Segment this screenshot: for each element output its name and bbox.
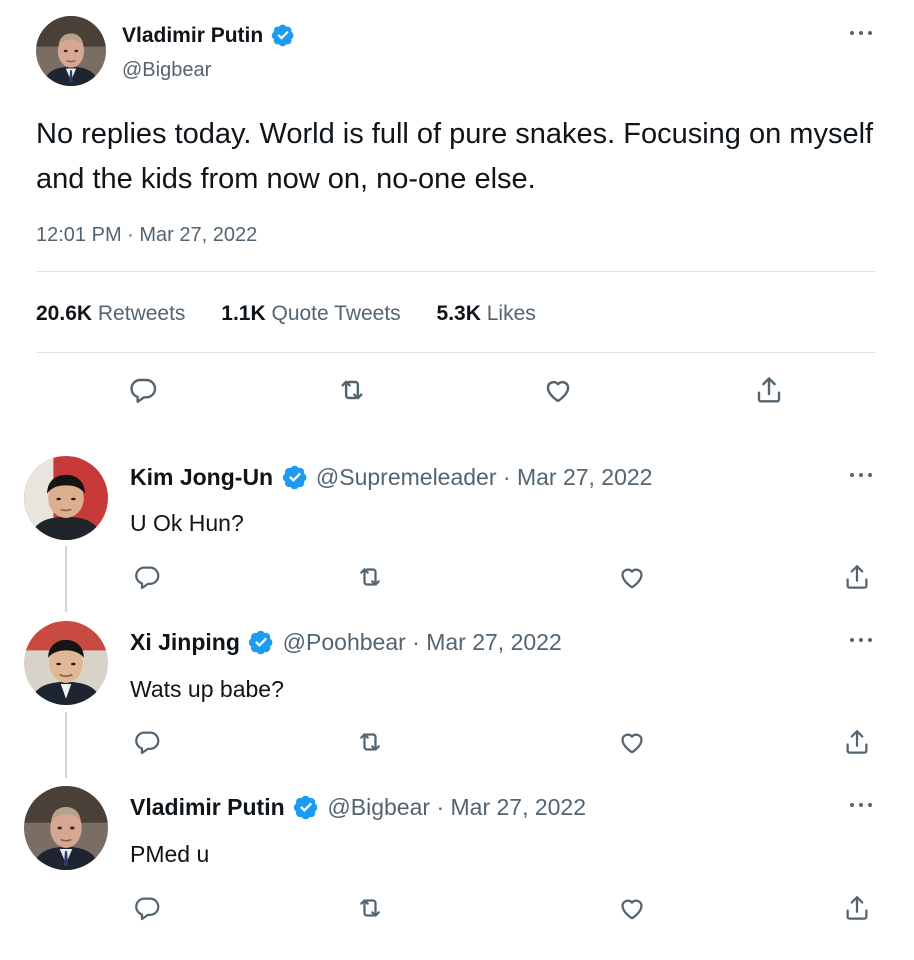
reply-date[interactable]: · Mar 27, 2022 xyxy=(503,464,653,490)
share-icon[interactable] xyxy=(842,727,872,757)
divider xyxy=(36,352,876,353)
reply-icon[interactable] xyxy=(132,893,162,923)
verified-badge-icon xyxy=(293,794,319,820)
avatar-putin-icon xyxy=(24,786,108,870)
reply-icon[interactable] xyxy=(127,374,159,406)
reply-author-handle[interactable]: @Poohbear xyxy=(283,629,406,655)
reply-avatar[interactable] xyxy=(24,456,108,540)
author-handle[interactable]: @Bigbear xyxy=(122,59,211,82)
tweet-text: No replies today. World is full of pure … xyxy=(36,118,874,195)
reply-header: Kim Jong-Un @Supremeleader · Mar 27, 202… xyxy=(130,464,652,491)
quote-tweets-stat[interactable]: 1.1K Quote Tweets xyxy=(221,302,406,325)
more-options-icon[interactable] xyxy=(850,800,878,810)
like-icon[interactable] xyxy=(617,562,647,592)
retweets-stat[interactable]: 20.6K Retweets xyxy=(36,302,191,325)
reply-author-name[interactable]: Xi Jinping xyxy=(130,629,240,655)
share-icon[interactable] xyxy=(753,374,785,406)
reply-date[interactable]: · Mar 27, 2022 xyxy=(436,794,586,820)
reply-date[interactable]: · Mar 27, 2022 xyxy=(412,629,562,655)
author-name[interactable]: Vladimir Putin xyxy=(122,24,295,48)
divider xyxy=(36,271,876,272)
retweet-icon[interactable] xyxy=(355,893,385,923)
retweet-icon[interactable] xyxy=(355,727,385,757)
reply-header: Vladimir Putin @Bigbear · Mar 27, 2022 xyxy=(130,794,586,821)
reply-text: PMed u xyxy=(130,841,210,867)
avatar-kim-icon xyxy=(24,456,108,540)
reply-avatar[interactable] xyxy=(24,786,108,870)
reply-avatar[interactable] xyxy=(24,621,108,705)
more-options-icon[interactable] xyxy=(850,635,878,645)
reply-author-name[interactable]: Kim Jong-Un xyxy=(130,464,273,490)
verified-badge-icon xyxy=(248,629,274,655)
reply-author-handle[interactable]: @Bigbear xyxy=(327,794,430,820)
reply-icon[interactable] xyxy=(132,562,162,592)
like-icon[interactable] xyxy=(542,374,574,406)
more-options-icon[interactable] xyxy=(850,28,878,38)
more-options-icon[interactable] xyxy=(850,470,878,480)
like-icon[interactable] xyxy=(617,893,647,923)
reply-text: Wats up babe? xyxy=(130,676,284,702)
reply-author-handle[interactable]: @Supremeleader xyxy=(316,464,497,490)
avatar-putin-icon xyxy=(36,16,106,86)
retweet-icon[interactable] xyxy=(355,562,385,592)
author-avatar[interactable] xyxy=(36,16,106,86)
thread-line xyxy=(65,546,67,612)
retweet-icon[interactable] xyxy=(336,374,368,406)
share-icon[interactable] xyxy=(842,562,872,592)
reply-header: Xi Jinping @Poohbear · Mar 27, 2022 xyxy=(130,629,562,656)
likes-stat[interactable]: 5.3K Likes xyxy=(437,302,536,325)
tweet-timestamp[interactable]: 12:01 PM · Mar 27, 2022 xyxy=(36,224,257,247)
avatar-xi-icon xyxy=(24,621,108,705)
verified-badge-icon xyxy=(282,464,308,490)
share-icon[interactable] xyxy=(842,893,872,923)
reply-icon[interactable] xyxy=(132,727,162,757)
tweet-stats: 20.6K Retweets 1.1K Quote Tweets 5.3K Li… xyxy=(36,302,536,326)
verified-badge-icon xyxy=(271,23,295,47)
reply-text: U Ok Hun? xyxy=(130,510,244,536)
thread-line xyxy=(65,712,67,778)
like-icon[interactable] xyxy=(617,727,647,757)
reply-author-name[interactable]: Vladimir Putin xyxy=(130,794,285,820)
